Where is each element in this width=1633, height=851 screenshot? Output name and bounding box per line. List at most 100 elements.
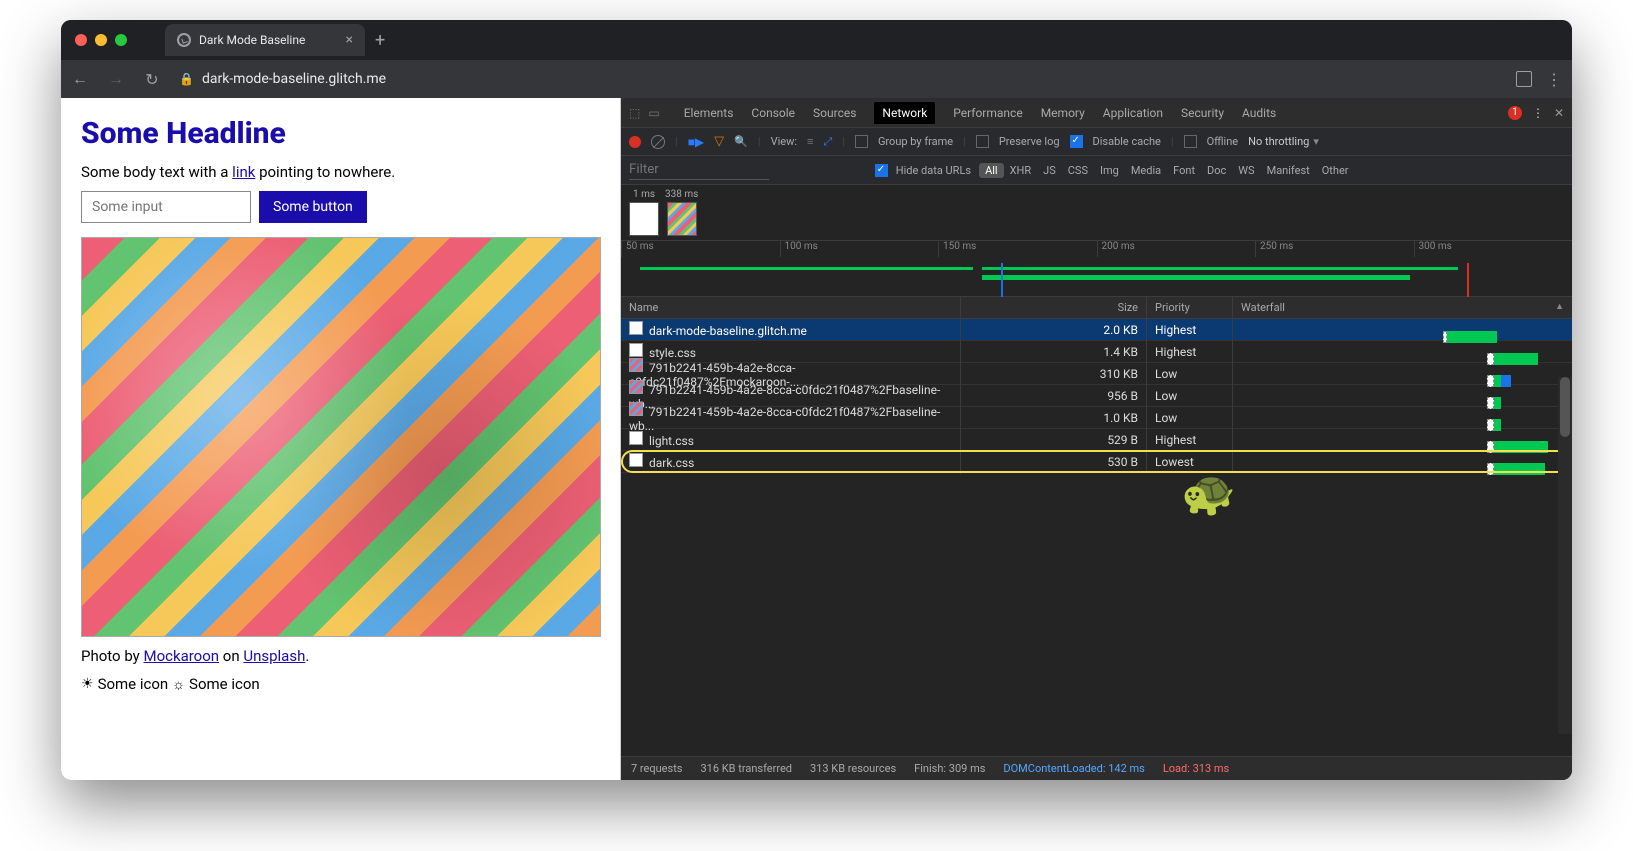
type-pill-manifest[interactable]: Manifest: [1261, 163, 1316, 178]
table-header: Name Size Priority Waterfall: [621, 297, 1572, 319]
filter-input[interactable]: [629, 160, 769, 180]
offline-checkbox[interactable]: [1184, 135, 1197, 148]
type-pill-xhr[interactable]: XHR: [1004, 163, 1038, 178]
network-table: Name Size Priority Waterfall dark-mode-b…: [621, 297, 1572, 756]
file-icon: [629, 380, 643, 394]
address-bar[interactable]: 🔒 dark-mode-baseline.glitch.me: [179, 71, 1498, 87]
hide-data-urls-checkbox[interactable]: [875, 164, 888, 177]
inspect-icon[interactable]: ⬚: [629, 106, 640, 120]
maximize-window-icon[interactable]: [115, 34, 127, 46]
network-filter-bar: Hide data URLs AllXHRJSCSSImgMediaFontDo…: [621, 156, 1572, 185]
icons-line: ☀ Some icon ☼ Some icon: [81, 675, 600, 693]
tab-security[interactable]: Security: [1181, 106, 1224, 120]
view-frames-icon[interactable]: ⤢: [823, 135, 832, 149]
credit-link-author[interactable]: Mockaroon: [143, 647, 219, 665]
browser-window: Dark Mode Baseline × + ← → ↻ 🔒 dark-mode…: [61, 20, 1572, 780]
credit-link-site[interactable]: Unsplash: [243, 647, 305, 665]
record-icon[interactable]: [629, 136, 641, 148]
minimize-window-icon[interactable]: [95, 34, 107, 46]
new-tab-button[interactable]: +: [375, 30, 385, 51]
forward-button: →: [107, 69, 125, 89]
preserve-log-checkbox[interactable]: [976, 135, 989, 148]
profile-icon[interactable]: [1516, 71, 1532, 87]
file-icon: [629, 453, 643, 467]
col-waterfall[interactable]: Waterfall: [1233, 297, 1572, 318]
back-button[interactable]: ←: [71, 69, 89, 89]
browser-toolbar: ← → ↻ 🔒 dark-mode-baseline.glitch.me ⋮: [61, 60, 1572, 98]
device-icon[interactable]: ▭: [648, 106, 659, 120]
table-row[interactable]: dark.css530 BLowest: [621, 451, 1572, 473]
filter-icon[interactable]: ▽: [714, 134, 724, 149]
titlebar: Dark Mode Baseline × +: [61, 20, 1572, 60]
type-pill-js[interactable]: JS: [1037, 163, 1062, 178]
sun-outline-icon: ☼: [172, 676, 185, 693]
group-by-frame-checkbox[interactable]: [855, 135, 868, 148]
type-pill-css[interactable]: CSS: [1062, 163, 1094, 178]
table-row[interactable]: 791b2241-459b-4a2e-8cca-c0fdc21f0487%2Fb…: [621, 407, 1572, 429]
type-pill-all[interactable]: All: [979, 163, 1004, 178]
tab-performance[interactable]: Performance: [953, 106, 1022, 120]
file-icon: [629, 321, 643, 335]
browser-tab[interactable]: Dark Mode Baseline ×: [165, 24, 365, 56]
throttling-select[interactable]: No throttling: [1248, 135, 1319, 148]
devtools-close-icon[interactable]: ✕: [1554, 106, 1564, 120]
page-content: Some Headline Some body text with a link…: [61, 98, 621, 780]
error-count-badge[interactable]: 1: [1508, 106, 1522, 120]
devtools-menu-icon[interactable]: ⋮: [1532, 106, 1544, 120]
scrollbar[interactable]: [1558, 377, 1572, 734]
file-icon: [629, 358, 643, 372]
globe-icon: [177, 33, 191, 47]
timeline-overview[interactable]: 50 ms100 ms150 ms200 ms250 ms300 ms: [621, 241, 1572, 297]
col-priority[interactable]: Priority: [1147, 297, 1233, 318]
tab-audits[interactable]: Audits: [1242, 106, 1276, 120]
some-input[interactable]: [81, 191, 251, 223]
tab-title: Dark Mode Baseline: [199, 33, 305, 47]
tab-application[interactable]: Application: [1103, 106, 1163, 120]
tab-close-icon[interactable]: ×: [346, 32, 353, 48]
sun-icon: ☀: [81, 676, 94, 692]
reload-button[interactable]: ↻: [143, 70, 161, 89]
type-pill-other[interactable]: Other: [1316, 163, 1355, 178]
file-icon: [629, 431, 643, 445]
devtools-panel: ⬚ ▭ Elements Console Sources Network Per…: [621, 98, 1572, 780]
filmstrip-thumb-2[interactable]: [667, 202, 697, 236]
type-pill-font[interactable]: Font: [1167, 163, 1201, 178]
type-pill-ws[interactable]: WS: [1232, 163, 1260, 178]
search-icon[interactable]: 🔍: [734, 135, 748, 148]
devtools-tabs: ⬚ ▭ Elements Console Sources Network Per…: [621, 98, 1572, 128]
tab-strip: Dark Mode Baseline × +: [165, 24, 385, 56]
page-headline: Some Headline: [81, 116, 600, 151]
photo-image: [81, 237, 601, 637]
turtle-icon: 🐢: [1181, 467, 1236, 519]
network-toolbar: | ■▶ ▽ 🔍 | View: ≡ ⤢ | Group by frame | …: [621, 128, 1572, 156]
clear-icon[interactable]: [651, 135, 665, 149]
screenshot-icon[interactable]: ■▶: [688, 135, 704, 149]
type-pill-doc[interactable]: Doc: [1201, 163, 1232, 178]
type-pill-media[interactable]: Media: [1125, 163, 1167, 178]
tab-sources[interactable]: Sources: [813, 106, 856, 120]
type-filter-pills: AllXHRJSCSSImgMediaFontDocWSManifestOthe…: [979, 164, 1354, 177]
body-text: Some body text with a link pointing to n…: [81, 163, 600, 181]
tab-console[interactable]: Console: [751, 106, 795, 120]
tab-memory[interactable]: Memory: [1041, 106, 1085, 120]
view-label: View:: [771, 135, 797, 148]
close-window-icon[interactable]: [75, 34, 87, 46]
browser-menu-icon[interactable]: ⋮: [1546, 70, 1562, 89]
lock-icon: 🔒: [179, 72, 194, 86]
disable-cache-checkbox[interactable]: [1070, 135, 1083, 148]
tab-elements[interactable]: Elements: [684, 106, 734, 120]
filmstrip-thumb-1[interactable]: [629, 202, 659, 236]
some-button[interactable]: Some button: [259, 191, 367, 223]
table-row[interactable]: light.css529 BHighest: [621, 429, 1572, 451]
view-large-icon[interactable]: ≡: [807, 135, 813, 148]
col-name[interactable]: Name: [621, 297, 961, 318]
col-size[interactable]: Size: [961, 297, 1147, 318]
filmstrip: 1 ms 338 ms: [621, 185, 1572, 241]
table-row[interactable]: dark-mode-baseline.glitch.me2.0 KBHighes…: [621, 319, 1572, 341]
type-pill-img[interactable]: Img: [1094, 163, 1125, 178]
body-link[interactable]: link: [232, 163, 255, 181]
tab-network[interactable]: Network: [874, 102, 935, 124]
url-text: dark-mode-baseline.glitch.me: [202, 71, 386, 87]
file-icon: [629, 402, 643, 416]
photo-credit: Photo by Mockaroon on Unsplash.: [81, 647, 600, 665]
